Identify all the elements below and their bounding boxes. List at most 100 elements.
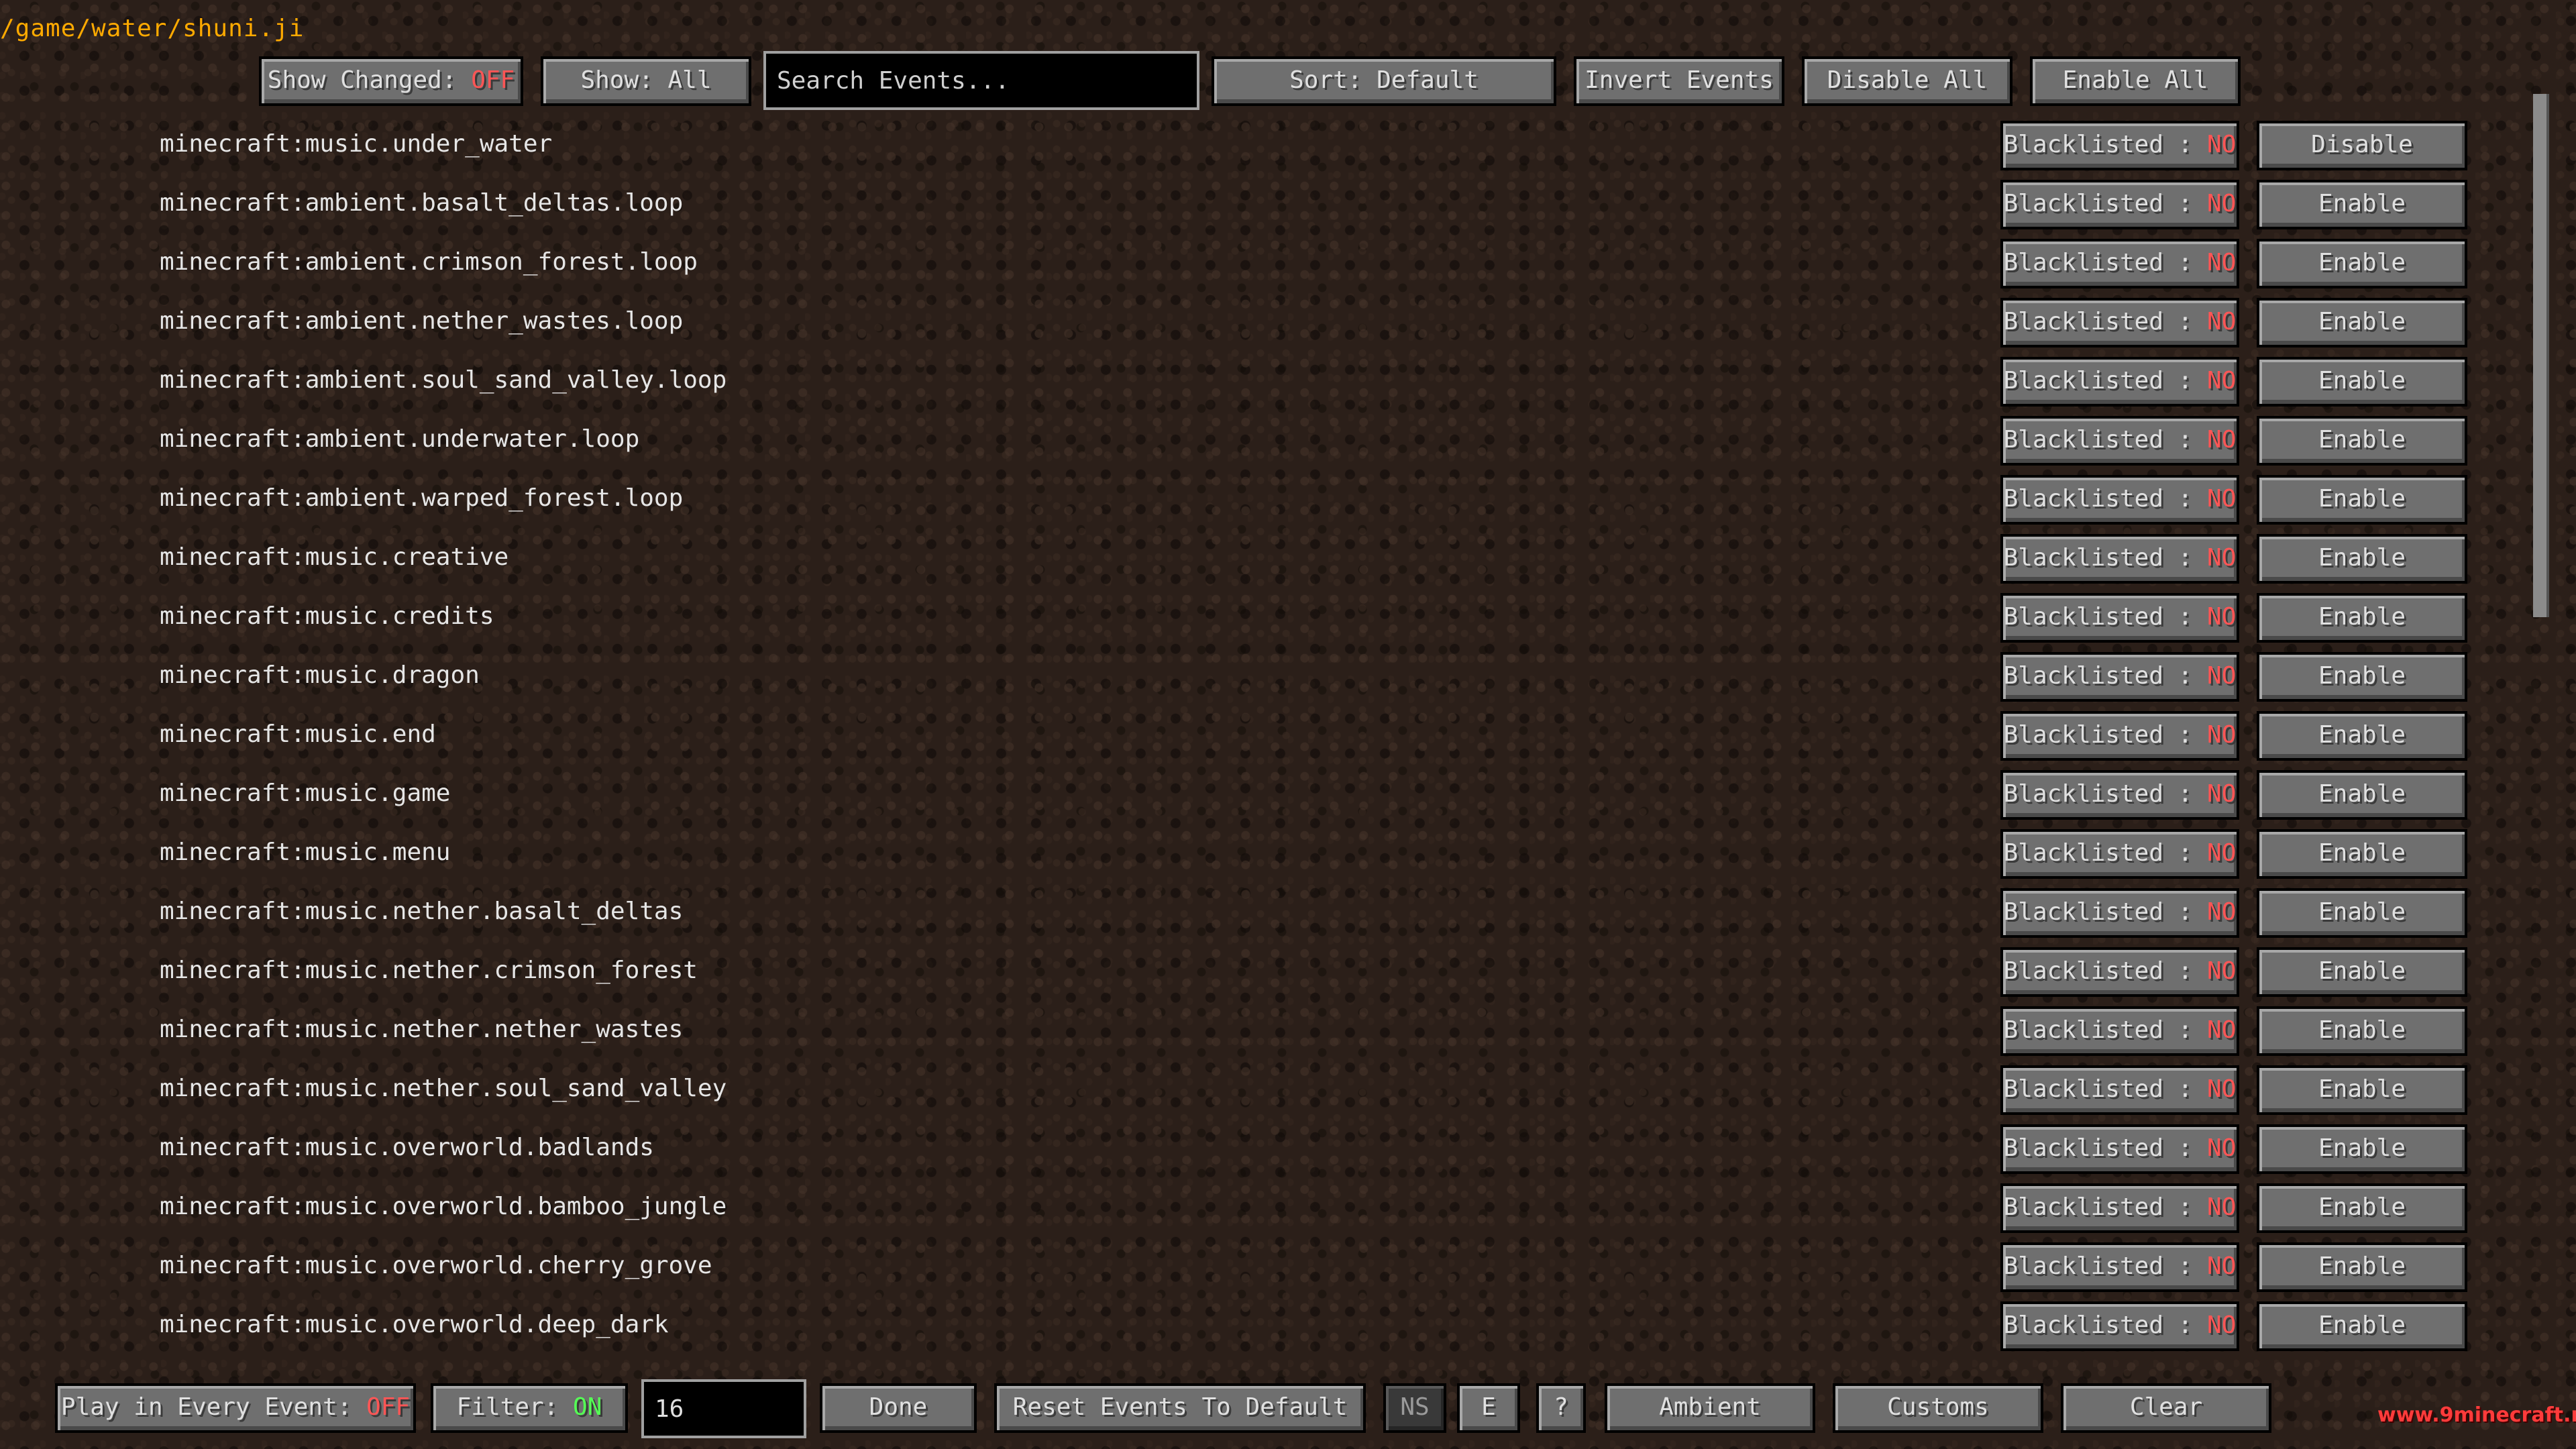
event-name: minecraft:music.end (160, 720, 436, 748)
blacklisted-button[interactable]: Blacklisted : NO (2000, 239, 2239, 288)
event-name: minecraft:ambient.underwater.loop (160, 425, 640, 453)
event-toggle-button[interactable]: Enable (2257, 1065, 2467, 1115)
play-every-event-button[interactable]: Play in Every Event: OFF (55, 1383, 416, 1433)
show-changed-value: OFF (471, 66, 515, 94)
blacklisted-value: NO (2207, 721, 2237, 749)
done-button[interactable]: Done (820, 1383, 977, 1433)
blacklisted-button[interactable]: Blacklisted : NO (2000, 1124, 2239, 1174)
blacklisted-value: NO (2207, 544, 2237, 572)
event-row: minecraft:music.credits Blacklisted : NO E… (0, 593, 2576, 652)
blacklisted-button[interactable]: Blacklisted : NO (2000, 652, 2239, 702)
blacklisted-value: NO (2207, 249, 2237, 276)
blacklisted-label: Blacklisted : (2003, 426, 2208, 453)
help-button[interactable]: ? (1536, 1383, 1586, 1433)
show-changed-label: Show Changed: (267, 66, 472, 94)
blacklisted-label: Blacklisted : (2003, 1311, 2208, 1339)
blacklisted-value: NO (2207, 485, 2237, 513)
count-input[interactable] (641, 1379, 806, 1438)
play-every-event-label: Play in Every Event: (60, 1393, 367, 1421)
event-toggle-button[interactable]: Enable (2257, 1242, 2467, 1292)
ambient-button[interactable]: Ambient (1605, 1383, 1815, 1433)
blacklisted-button[interactable]: Blacklisted : NO (2000, 357, 2239, 407)
event-toggle-button[interactable]: Enable (2257, 180, 2467, 229)
blacklisted-button[interactable]: Blacklisted : NO (2000, 1242, 2239, 1292)
event-toggle-button[interactable]: Enable (2257, 829, 2467, 879)
blacklisted-button[interactable]: Blacklisted : NO (2000, 534, 2239, 584)
event-name: minecraft:music.dragon (160, 661, 480, 689)
show-all-button[interactable]: Show: All (541, 56, 751, 106)
customs-button[interactable]: Customs (1833, 1383, 2043, 1433)
ns-button[interactable]: NS (1383, 1383, 1446, 1433)
event-name: minecraft:ambient.warped_forest.loop (160, 484, 684, 512)
blacklisted-value: NO (2207, 1016, 2237, 1044)
blacklisted-value: NO (2207, 957, 2237, 985)
show-changed-button[interactable]: Show Changed: OFF (259, 56, 523, 106)
event-toggle-button[interactable]: Enable (2257, 947, 2467, 997)
event-row: minecraft:ambient.warped_forest.loop Blac… (0, 475, 2576, 534)
blacklisted-label: Blacklisted : (2003, 249, 2208, 276)
enable-all-button[interactable]: Enable All (2030, 56, 2241, 106)
blacklisted-button[interactable]: Blacklisted : NO (2000, 888, 2239, 938)
blacklisted-label: Blacklisted : (2003, 839, 2208, 867)
blacklisted-button[interactable]: Blacklisted : NO (2000, 711, 2239, 761)
filter-button[interactable]: Filter: ON (431, 1383, 628, 1433)
watermark: www.9minecraft.net (2377, 1403, 2576, 1427)
blacklisted-button[interactable]: Blacklisted : NO (2000, 593, 2239, 643)
event-row: minecraft:music.creative Blacklisted : NO… (0, 534, 2576, 593)
scrollbar-thumb[interactable] (2533, 94, 2549, 617)
disable-all-button[interactable]: Disable All (1802, 56, 2012, 106)
event-toggle-button[interactable]: Enable (2257, 1124, 2467, 1174)
blacklisted-button[interactable]: Blacklisted : NO (2000, 298, 2239, 347)
blacklisted-value: NO (2207, 308, 2237, 335)
e-button[interactable]: E (1457, 1383, 1520, 1433)
blacklisted-value: NO (2207, 603, 2237, 631)
blacklisted-button[interactable]: Blacklisted : NO (2000, 475, 2239, 525)
event-toggle-button[interactable]: Enable (2257, 652, 2467, 702)
blacklisted-button[interactable]: Blacklisted : NO (2000, 1065, 2239, 1115)
event-toggle-button[interactable]: Enable (2257, 593, 2467, 643)
invert-events-button[interactable]: Invert Events (1574, 56, 1784, 106)
blacklisted-button[interactable]: Blacklisted : NO (2000, 121, 2239, 170)
blacklisted-button[interactable]: Blacklisted : NO (2000, 180, 2239, 229)
event-toggle-button[interactable]: Enable (2257, 239, 2467, 288)
blacklisted-button[interactable]: Blacklisted : NO (2000, 770, 2239, 820)
event-row: minecraft:music.overworld.deep_dark Black… (0, 1301, 2576, 1360)
blacklisted-value: NO (2207, 426, 2237, 453)
event-toggle-button[interactable]: Enable (2257, 1301, 2467, 1351)
blacklisted-label: Blacklisted : (2003, 190, 2208, 217)
event-row: minecraft:music.overworld.cherry_grove Bl… (0, 1242, 2576, 1301)
blacklisted-button[interactable]: Blacklisted : NO (2000, 829, 2239, 879)
blacklisted-button[interactable]: Blacklisted : NO (2000, 1006, 2239, 1056)
event-name: minecraft:ambient.soul_sand_valley.loop (160, 366, 727, 394)
blacklisted-button[interactable]: Blacklisted : NO (2000, 947, 2239, 997)
event-name: minecraft:music.nether.nether_wastes (160, 1016, 684, 1043)
reset-events-button[interactable]: Reset Events To Default (994, 1383, 1366, 1433)
search-events-input[interactable] (763, 51, 1199, 110)
sort-button[interactable]: Sort: Default (1212, 56, 1556, 106)
event-row: minecraft:music.end Blacklisted : NO Enabl… (0, 711, 2576, 770)
blacklisted-value: NO (2207, 662, 2237, 690)
event-toggle-button[interactable]: Enable (2257, 416, 2467, 466)
blacklisted-button[interactable]: Blacklisted : NO (2000, 1183, 2239, 1233)
event-name: minecraft:music.overworld.cherry_grove (160, 1252, 712, 1279)
event-toggle-button[interactable]: Enable (2257, 534, 2467, 584)
blacklisted-button[interactable]: Blacklisted : NO (2000, 1301, 2239, 1351)
scrollbar-track[interactable] (2533, 94, 2549, 1368)
event-toggle-button[interactable]: Enable (2257, 1006, 2467, 1056)
filter-label: Filter: (456, 1393, 574, 1421)
event-toggle-button[interactable]: Enable (2257, 711, 2467, 761)
event-toggle-button[interactable]: Disable (2257, 121, 2467, 170)
event-toggle-button[interactable]: Enable (2257, 298, 2467, 347)
event-toggle-button[interactable]: Enable (2257, 770, 2467, 820)
event-row: minecraft:music.nether.crimson_forest Bla… (0, 947, 2576, 1006)
event-toggle-button[interactable]: Enable (2257, 1183, 2467, 1233)
event-toggle-button[interactable]: Enable (2257, 888, 2467, 938)
blacklisted-button[interactable]: Blacklisted : NO (2000, 416, 2239, 466)
event-toggle-button[interactable]: Enable (2257, 475, 2467, 525)
blacklisted-value: NO (2207, 898, 2237, 926)
event-row: minecraft:music.dragon Blacklisted : NO En… (0, 652, 2576, 711)
clear-button[interactable]: Clear (2061, 1383, 2271, 1433)
event-name: minecraft:music.game (160, 780, 451, 807)
blacklisted-value: NO (2207, 780, 2237, 808)
event-toggle-button[interactable]: Enable (2257, 357, 2467, 407)
